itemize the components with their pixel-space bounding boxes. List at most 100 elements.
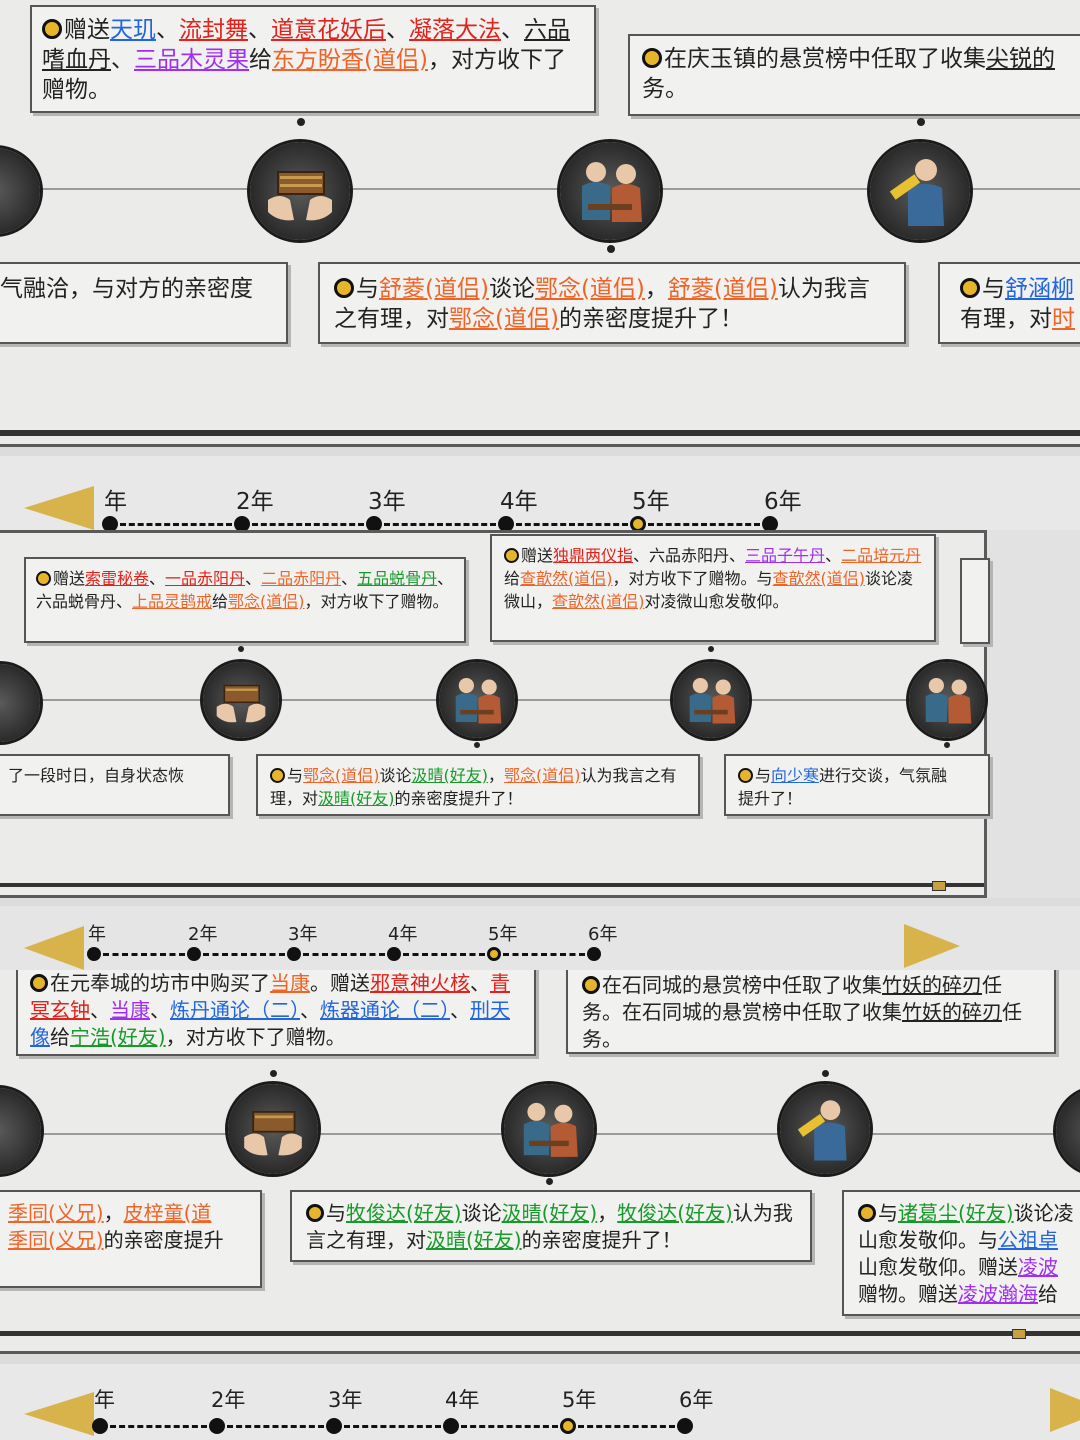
event-card[interactable]: 在庆玉镇的悬赏榜中任取了收集尖锐的 务。 — [628, 34, 1080, 116]
year-connector — [252, 523, 364, 529]
year-label[interactable]: 5年 — [562, 1384, 596, 1414]
year-label[interactable]: 4年 — [445, 1384, 479, 1414]
year-label[interactable]: 3年 — [328, 1384, 362, 1414]
year-connector — [203, 953, 285, 959]
year-label[interactable]: 4年 — [500, 482, 538, 516]
next-arrow-icon[interactable] — [1050, 1388, 1080, 1432]
year-label[interactable]: 6年 — [679, 1384, 713, 1414]
previous-arrow-icon[interactable] — [24, 486, 94, 530]
year-label[interactable]: 2年 — [236, 482, 274, 516]
conversation-icon[interactable] — [673, 662, 749, 738]
year-marker[interactable] — [92, 1418, 108, 1434]
year-marker[interactable] — [187, 947, 201, 961]
current-year-marker[interactable] — [630, 516, 646, 530]
event-card[interactable]: 与舒涵柳 有理，对时 — [938, 262, 1080, 344]
year-connector — [227, 1425, 324, 1431]
year-label[interactable]: 6年 — [764, 482, 802, 516]
event-card[interactable]: 与诸葛尘(好友)谈论凌 山愈发敬仰。与公祖卓 山愈发敬仰。赠送凌波 赠物。赠送凌… — [842, 1190, 1080, 1316]
year-marker[interactable] — [209, 1418, 225, 1434]
event-card[interactable]: 与舒菱(道侣)谈论鄂念(道侣)，舒菱(道侣)认为我言之有理，对鄂念(道侣)的亲密… — [318, 262, 906, 344]
bounty-scroll-icon[interactable] — [780, 1084, 870, 1174]
event-bullet-icon — [960, 278, 980, 298]
event-card[interactable]: 季同(义兄)，皮梓童(道 季同(义兄)的亲密度提升 — [0, 1190, 262, 1288]
year-label[interactable]: 年 — [94, 1384, 115, 1414]
current-year-marker[interactable] — [560, 1418, 576, 1434]
event-bullet-icon — [30, 974, 48, 992]
year-label[interactable]: 年 — [104, 482, 127, 516]
year-connector — [303, 953, 385, 959]
year-connector — [403, 953, 485, 959]
event-card-partial[interactable] — [960, 558, 990, 644]
event-bullet-icon — [582, 976, 600, 994]
previous-arrow-icon[interactable] — [24, 926, 84, 970]
gift-box-icon[interactable] — [228, 1084, 318, 1174]
year-marker[interactable] — [387, 947, 401, 961]
event-bullet-icon — [504, 548, 519, 563]
year-marker[interactable] — [287, 947, 301, 961]
event-bullet-icon — [642, 48, 662, 68]
year-connector — [120, 523, 232, 529]
gift-box-icon[interactable] — [203, 662, 279, 738]
event-bullet-icon — [270, 768, 285, 783]
event-card[interactable]: 赠送独鼎两仪指、六品赤阳丹、三品子午丹、二品培元丹给查歆然(道侣)，对方收下了赠… — [490, 534, 936, 642]
event-card[interactable]: 与鄂念(道侣)谈论汲晴(好友)，鄂念(道侣)认为我言之有理，对汲晴(好友)的亲密… — [256, 754, 700, 816]
year-label[interactable]: 3年 — [368, 482, 406, 516]
year-connector — [648, 523, 760, 529]
event-bullet-icon — [738, 768, 753, 783]
event-bullet-icon — [334, 278, 354, 298]
event-bullet-icon — [858, 1204, 876, 1222]
scroll-indicator[interactable] — [1012, 1329, 1026, 1339]
year-marker[interactable] — [498, 516, 514, 530]
event-bullet-icon — [36, 571, 51, 586]
year-label[interactable]: 2年 — [211, 1384, 245, 1414]
year-marker[interactable] — [87, 947, 101, 961]
year-connector — [110, 1425, 207, 1431]
event-card[interactable]: 在元奉城的坊市中购买了当康。赠送邪意神火核、青冥玄钟、当康、炼丹通论（二）、炼器… — [16, 970, 536, 1056]
current-year-marker[interactable] — [487, 947, 501, 961]
timeline-strip-3: 在元奉城的坊市中购买了当康。赠送邪意神火核、青冥玄钟、当康、炼丹通论（二）、炼器… — [0, 970, 1080, 1440]
scroll-indicator[interactable] — [932, 881, 946, 891]
previous-arrow-icon[interactable] — [24, 1392, 94, 1436]
year-connector — [344, 1425, 441, 1431]
year-timeline-bar: 年 2年 3年 4年 5年 6年 — [0, 456, 1080, 530]
event-card[interactable]: 赠送索雷秘卷、一品赤阳丹、二品赤阳丹、五品蜕骨丹、六品蜕骨丹、上品灵鹊戒给鄂念(… — [24, 557, 466, 643]
year-label[interactable]: 5年 — [488, 920, 517, 946]
conversation-icon[interactable] — [504, 1084, 594, 1174]
conversation-icon[interactable] — [560, 142, 660, 240]
year-marker[interactable] — [762, 516, 778, 530]
event-card[interactable]: 赠送天玑、流封舞、道意花妖后、凝落大法、六品嗜血丹、三品木灵果给东方盼香(道侣)… — [30, 5, 596, 113]
event-bullet-icon — [306, 1204, 324, 1222]
event-card[interactable]: 与牧俊达(好友)谈论汲晴(好友)，牧俊达(好友)认为我言之有理，对汲晴(好友)的… — [290, 1190, 812, 1262]
year-label[interactable]: 2年 — [188, 920, 217, 946]
year-label[interactable]: 4年 — [388, 920, 417, 946]
conversation-icon[interactable] — [439, 662, 515, 738]
year-timeline-bar: 年 2年 3年 4年 5年 6年 — [0, 1364, 1080, 1440]
year-label[interactable]: 5年 — [632, 482, 670, 516]
event-card[interactable]: 与向少寒进行交谈，气氛融 提升了！ — [724, 754, 990, 816]
year-label[interactable]: 3年 — [288, 920, 317, 946]
year-timeline-bar: 年 2年 3年 4年 5年 6年 — [0, 906, 1080, 970]
year-connector — [103, 953, 185, 959]
year-marker[interactable] — [677, 1418, 693, 1434]
year-marker[interactable] — [234, 516, 250, 530]
year-label[interactable]: 年 — [88, 920, 106, 946]
event-card[interactable]: 了一段时日，自身状态恢 — [0, 754, 230, 816]
timeline-strip-1: 赠送天玑、流封舞、道意花妖后、凝落大法、六品嗜血丹、三品木灵果给东方盼香(道侣)… — [0, 0, 1080, 530]
year-connector — [578, 1425, 675, 1431]
bounty-scroll-icon[interactable] — [870, 142, 970, 240]
year-connector — [503, 953, 585, 959]
year-connector — [516, 523, 628, 529]
year-connector — [384, 523, 496, 529]
year-marker[interactable] — [366, 516, 382, 530]
year-label[interactable]: 6年 — [588, 920, 617, 946]
gift-box-icon[interactable] — [250, 142, 350, 240]
year-marker[interactable] — [102, 516, 118, 530]
event-card[interactable]: 在石同城的悬赏榜中任取了收集竹妖的碎刃任务。在石同城的悬赏榜中任取了收集竹妖的碎… — [566, 970, 1056, 1054]
timeline-strip-2: 赠送索雷秘卷、一品赤阳丹、二品赤阳丹、五品蜕骨丹、六品蜕骨丹、上品灵鹊戒给鄂念(… — [0, 530, 1080, 970]
conversation-icon[interactable] — [909, 662, 985, 738]
event-card[interactable]: 气融洽，与对方的亲密度 — [0, 262, 288, 344]
year-marker[interactable] — [587, 947, 601, 961]
year-marker[interactable] — [326, 1418, 342, 1434]
year-marker[interactable] — [443, 1418, 459, 1434]
next-arrow-icon[interactable] — [904, 924, 960, 968]
